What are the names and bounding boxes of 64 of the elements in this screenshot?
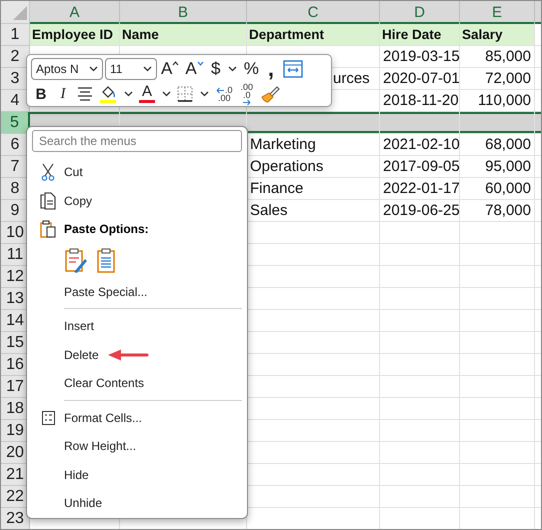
table-cell: Hire Date [380,24,460,46]
search-field[interactable]: Search the menus [32,130,242,152]
scissors-icon [41,163,55,182]
column-header[interactable] [535,1,541,24]
table-cell: 2019-03-15 [380,46,460,68]
menu-item[interactable]: Format Cells... [64,410,142,425]
increase-font-button[interactable]: A [159,58,182,80]
chevron-icon [89,66,98,72]
format-cells-icon [42,410,54,425]
column-header[interactable]: B [120,1,247,24]
menu-item[interactable]: Delete [64,348,99,362]
table-cell: 60,000 [460,178,535,200]
bold-button[interactable]: B [31,83,51,105]
triangle-icon [13,6,27,20]
paste-formatting-icon[interactable] [64,248,88,274]
paste-clipboard-icon[interactable] [96,248,118,274]
menu-item[interactable]: Row Height... [64,439,136,454]
wrap-text-button[interactable] [280,58,305,80]
column-header[interactable]: E [460,1,535,24]
table-cell: 2020-07-01 [380,68,460,90]
table-cell: Name [120,24,247,46]
table-cell: 72,000 [460,68,535,90]
font-color-button[interactable]: A [137,83,157,105]
caret-icon [196,61,204,66]
menu-item[interactable]: Cut [64,165,83,180]
table-cell: Department [247,24,380,46]
currency-button[interactable]: $ [208,58,224,80]
table-cell: Employee ID [30,24,120,46]
chevron-icon [143,66,152,72]
increase-decimal-button[interactable]: .0 .00 [213,83,236,105]
copy-icon [40,192,56,210]
font-size-dropdown[interactable]: 11 [105,58,157,80]
table-cell: 2019-06-25 [380,200,460,222]
pointer-arrow [106,348,149,361]
arrow-icon [242,99,252,105]
column-header[interactable]: D [380,1,460,24]
font-name-dropdown[interactable]: Aptos N [31,58,103,80]
row-header[interactable]: 4 [1,90,30,112]
column-header[interactable]: C [247,1,380,24]
column-header[interactable]: A [30,1,120,24]
row-header[interactable]: 1 [1,24,30,46]
row-header[interactable]: 23 [1,508,30,529]
menu-item[interactable]: Copy [64,194,92,208]
menu-item[interactable]: Clear Contents [64,376,144,390]
row-header[interactable]: 5 [1,112,30,134]
table-cell: 68,000 [460,134,535,156]
caret-icon [172,61,180,66]
clipboard-icon [40,220,56,238]
decrease-font-button[interactable]: A [183,58,206,80]
table-cell: Salary [460,24,535,46]
table-cell: 78,000 [460,200,535,222]
table-cell: 2022-01-17 [380,178,460,200]
table-cell: 95,000 [460,156,535,178]
menu-heading: Paste Options: [64,222,149,236]
table-cell: 2017-09-05 [380,156,460,178]
table-cell: 2021-02-10 [380,134,460,156]
menu-item[interactable]: Paste Special... [64,284,148,299]
menu-item[interactable]: Unhide [64,496,102,510]
arrow-icon [216,86,225,94]
menu-item[interactable]: Insert [64,319,94,334]
table-cell: 85,000 [460,46,535,68]
row-header[interactable]: 2 [1,46,30,68]
menu-item[interactable]: Hide [64,468,89,482]
italic-button[interactable]: I [53,83,73,105]
